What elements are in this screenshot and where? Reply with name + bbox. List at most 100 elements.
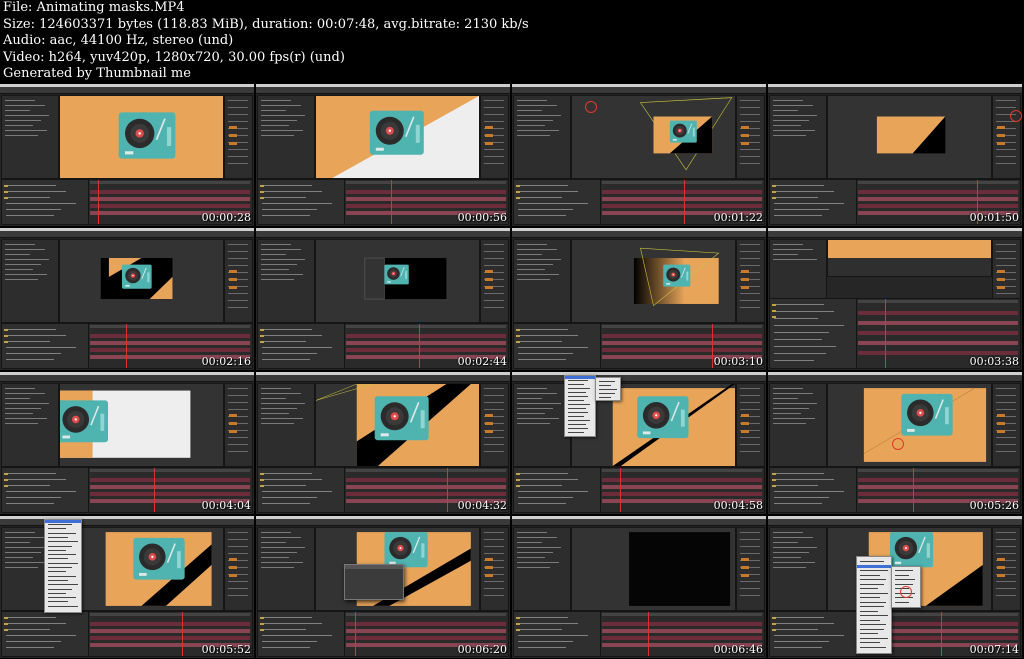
layer-list [514,324,601,368]
composition-viewer [827,383,992,467]
app-toolbar [768,231,1022,238]
layer-duration-bar [90,485,250,489]
playhead [154,468,155,512]
submenu [595,377,621,401]
thumbnail-timestamp: 00:04:32 [457,499,507,512]
layer-duration-bar [602,629,762,633]
effects-panel [992,95,1021,179]
composition-canvas [56,390,191,458]
playhead [648,612,649,656]
turntable-graphic [901,393,953,436]
layer-duration-bar [90,341,250,345]
composition-viewer [571,527,736,611]
project-panel [513,239,571,323]
layer-duration-bar [858,204,1018,208]
layer-duration-bar [90,478,250,482]
turntable-graphic [384,532,428,568]
effects-panel [224,239,253,323]
thumbnail-timestamp: 00:00:28 [201,211,251,224]
video-thumbnail: 00:07:14 [768,516,1022,658]
thumbnail-timestamp: 00:06:20 [457,643,507,656]
effects-panel [736,527,765,611]
layer-duration-bar [346,622,506,626]
video-thumbnail: 00:06:20 [256,516,510,658]
time-ruler [602,181,762,184]
thumbnail-timestamp: 00:01:22 [713,211,763,224]
composition-canvas [633,247,720,307]
playhead [620,468,621,512]
app-toolbar [256,375,510,382]
time-ruler [602,613,762,616]
thumbnail-timestamp: 00:03:38 [969,355,1019,368]
video-thumbnail: 00:03:38 [768,228,1022,370]
effects-panel [736,383,765,467]
app-toolbar [768,87,1022,94]
playhead [182,612,183,656]
playhead [419,324,420,368]
playhead [355,612,356,656]
layer-duration-bar [858,331,1018,335]
time-ruler [90,469,250,472]
turntable-graphic [121,264,152,289]
project-panel [257,383,315,467]
effects-panel [224,527,253,611]
video-thumbnail: 00:00:28 [0,84,254,226]
layer-list [258,180,345,224]
turntable-graphic [384,264,409,285]
layer-duration-bar [90,629,250,633]
app-toolbar [256,87,510,94]
layer-duration-bar [346,348,506,352]
video-thumbnail: 00:04:58 [512,372,766,514]
composition-canvas [105,532,212,606]
layer-list [2,324,89,368]
turntable-graphic [118,112,176,159]
layer-list [770,299,857,368]
turntable-graphic [374,396,429,441]
time-ruler [858,300,1018,303]
video-thumbnail: 00:05:26 [768,372,1022,514]
playhead [98,180,99,224]
file-name-line: File: Animating masks.MP4 [3,0,185,15]
composition-viewer [59,95,224,179]
layer-list [258,324,345,368]
app-toolbar [512,519,766,526]
generator-line: Generated by Thumbnail me [3,66,191,82]
layer-duration-bar [602,341,762,345]
layer-duration-bar [346,204,506,208]
time-ruler [346,613,506,616]
playhead [684,180,685,224]
composition-canvas [315,383,479,466]
layer-duration-bar [346,636,506,640]
effects-panel [480,95,509,179]
layer-duration-bar [602,622,762,626]
layer-list [2,612,89,656]
layer-duration-bar [602,492,762,496]
layer-duration-bar [602,348,762,352]
video-info-line: Video: h264, yuv420p, 1280x720, 30.00 fp… [3,49,345,65]
layer-list [770,468,857,512]
thumbnail-timestamp: 00:01:50 [969,211,1019,224]
layer-duration-bar [858,485,1018,489]
layer-list [514,612,601,656]
app-toolbar [768,375,1022,382]
project-panel [1,239,59,323]
layer-duration-bar [346,341,506,345]
layer-list [2,468,89,512]
thumbnail-grid: 00:00:28 00:00:56 00:01:22 00:01:50 00:0… [0,84,1024,659]
composition-viewer [315,383,480,467]
project-panel [513,383,571,467]
layer-list [770,180,857,224]
thumbnail-timestamp: 00:02:16 [201,355,251,368]
layer-context-menu [856,556,892,654]
project-panel [769,95,827,179]
time-ruler [90,613,250,616]
turntable-graphic [663,264,691,287]
video-thumbnail: 00:00:56 [256,84,510,226]
time-ruler [90,325,250,328]
layer-duration-bar [90,492,250,496]
app-toolbar [512,87,766,94]
layer-duration-bar [346,478,506,482]
time-ruler [602,469,762,472]
layer-duration-bar [90,190,250,194]
composition-canvas [316,96,479,178]
